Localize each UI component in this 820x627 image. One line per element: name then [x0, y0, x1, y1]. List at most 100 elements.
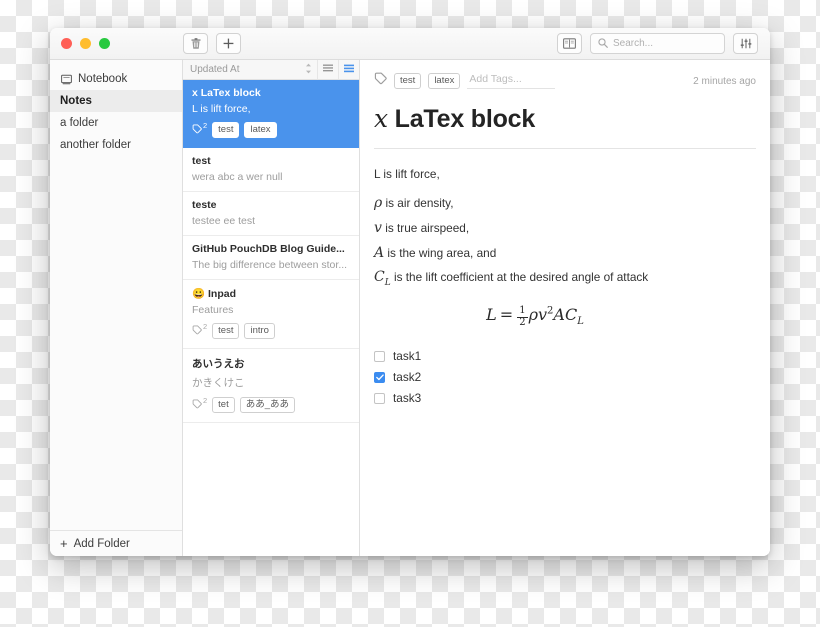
delete-note-button[interactable] [183, 33, 208, 54]
note-title: test [192, 155, 211, 167]
tag-icon [192, 396, 202, 414]
sidebar-item-another-folder[interactable]: another folder [50, 134, 182, 156]
tag-chip[interactable]: test [212, 121, 240, 139]
tag-chip[interactable]: latex [244, 121, 277, 139]
note-title: あいうえお [192, 358, 245, 370]
math-rho: ρ [374, 195, 383, 212]
tag-chip[interactable]: intro [244, 322, 275, 340]
paragraph-text: is air density, [382, 196, 454, 211]
window-body: Notebook Notes a folder another folder +… [50, 60, 770, 556]
close-button[interactable] [61, 38, 72, 49]
sidebar-item-notes[interactable]: Notes [50, 90, 182, 112]
paragraph-lift-coefficient: CL is the lift coefficient at the desire… [374, 267, 756, 291]
paragraph-true-airspeed: v is true airspeed, [374, 218, 756, 240]
paragraph-air-density: ρ is air density, [374, 193, 756, 215]
sort-label[interactable]: Updated At [183, 64, 299, 75]
sidebar: Notebook Notes a folder another folder +… [50, 60, 183, 556]
note-list: x LaTex block L is lift force, 2 test la… [183, 80, 359, 556]
note-snippet: wera abc a wer null [192, 171, 283, 183]
formula-v: v [537, 305, 548, 325]
trash-icon [191, 38, 201, 49]
title-math-symbol: x [374, 104, 388, 133]
list-compact-icon [323, 64, 333, 76]
paragraph-wing-area: A is the wing area, and [374, 243, 756, 265]
sliders-icon [740, 38, 752, 49]
title-text: LaTex block [387, 105, 536, 133]
search-icon [598, 35, 608, 53]
app-window: Notebook Notes a folder another folder +… [50, 28, 770, 556]
note-list-item[interactable]: 😀 Inpad Features 2 test intro [183, 280, 359, 349]
tag-icon [192, 322, 202, 340]
paragraph-lift-force: L is lift force, [374, 167, 440, 181]
note-list-pane: Updated At x LaTex block L is lift force… [183, 60, 360, 556]
add-tags-input[interactable]: Add Tags... [467, 73, 556, 89]
note-list-item[interactable]: teste testee ee test [183, 192, 359, 236]
note-title: teste [192, 199, 217, 211]
editor-tag-chip[interactable]: latex [428, 72, 461, 90]
note-snippet: testee ee test [192, 215, 256, 227]
list-detailed-icon [344, 64, 354, 76]
paragraph-text: is the wing area, and [384, 245, 497, 260]
note-title: 😀 Inpad [192, 287, 350, 300]
search-input[interactable] [613, 38, 717, 49]
note-list-item[interactable]: x LaTex block L is lift force, 2 test la… [183, 80, 359, 148]
task-item[interactable]: task1 [374, 346, 756, 367]
note-list-item[interactable]: GitHub PouchDB Blog Guide... The big dif… [183, 236, 359, 280]
sort-direction-button[interactable] [299, 60, 317, 79]
list-view-detailed-button[interactable] [338, 60, 359, 79]
formula-a: A [553, 305, 565, 325]
sidebar-item-label: a folder [60, 117, 99, 129]
sort-arrows-icon [305, 63, 312, 77]
add-folder-label: Add Folder [73, 537, 130, 550]
settings-button[interactable] [733, 33, 758, 54]
notebook-view-button[interactable] [557, 33, 582, 54]
sidebar-items: Notebook Notes a folder another folder [50, 60, 182, 530]
tag-count-number: 2 [203, 322, 208, 331]
tag-chip[interactable]: tet [212, 396, 235, 414]
note-snippet: The big difference between stor... [192, 259, 348, 271]
formula-fraction: 12 [517, 305, 528, 328]
math-v: v [374, 219, 382, 236]
minimize-button[interactable] [80, 38, 91, 49]
task-label: task2 [393, 370, 422, 385]
sidebar-item-a-folder[interactable]: a folder [50, 112, 182, 134]
note-snippet: かきくけこ [192, 377, 245, 389]
paragraph-text: is true airspeed, [381, 220, 470, 235]
task-checkbox[interactable] [374, 371, 385, 383]
note-title-heading: x LaTex block [360, 90, 770, 134]
task-checkbox[interactable] [374, 350, 385, 362]
sidebar-item-label: Notebook [78, 73, 128, 85]
tag-chip[interactable]: test [212, 322, 240, 340]
formula-lhs: L [486, 305, 497, 325]
note-list-item[interactable]: あいうえお かきくけこ 2 tet ああ_ああ [183, 349, 359, 423]
notebook-icon [60, 73, 72, 85]
formula-c: C [564, 305, 578, 325]
task-label: task3 [393, 391, 422, 406]
plus-icon [223, 38, 234, 49]
new-note-button[interactable] [216, 33, 241, 54]
editor-tag-chip[interactable]: test [394, 72, 422, 90]
task-checkbox[interactable] [374, 392, 385, 404]
note-list-item[interactable]: test wera abc a wer null [183, 148, 359, 192]
titlebar [50, 28, 770, 60]
editor-pane: test latex Add Tags... 2 minutes ago x L… [360, 60, 770, 556]
tag-chip[interactable]: ああ_ああ [239, 396, 296, 414]
tag-count: 2 [192, 322, 207, 340]
note-list-header: Updated At [183, 60, 359, 80]
search-box[interactable] [590, 33, 725, 54]
updated-at-label: 2 minutes ago [693, 75, 756, 87]
zoom-button[interactable] [99, 38, 110, 49]
task-item[interactable]: task2 [374, 367, 756, 388]
note-tags: 2 test latex [192, 121, 350, 139]
formula-c-subscript: L [577, 316, 584, 328]
note-content[interactable]: L is lift force, ρ is air density, v is … [360, 149, 770, 409]
titlebar-right-tools [557, 33, 770, 54]
add-folder-button[interactable]: + Add Folder [50, 530, 182, 556]
plus-icon: + [60, 536, 68, 551]
task-item[interactable]: task3 [374, 388, 756, 409]
tag-count-number: 2 [203, 396, 208, 405]
tag-count-number: 2 [203, 121, 208, 130]
list-view-compact-button[interactable] [317, 60, 338, 79]
note-snippet: Features [192, 304, 234, 316]
sidebar-item-notebook[interactable]: Notebook [50, 68, 182, 90]
